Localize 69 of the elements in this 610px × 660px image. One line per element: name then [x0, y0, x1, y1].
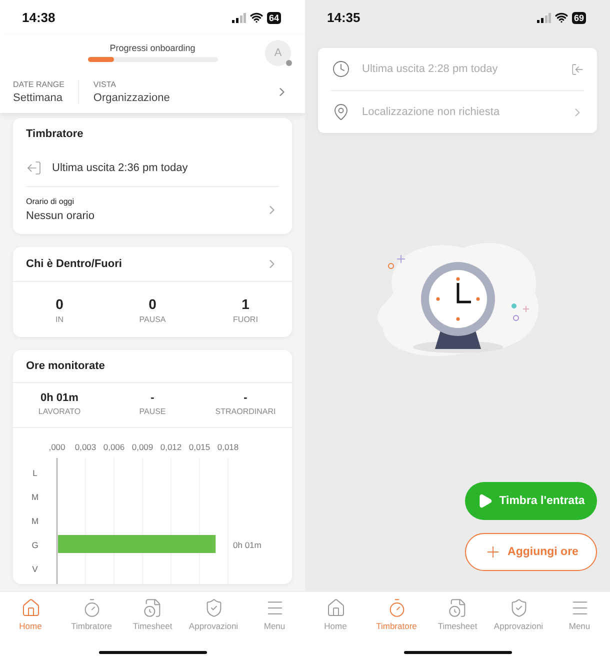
card-title: Timbratore [26, 128, 84, 140]
stat-value: 1 [242, 296, 250, 312]
exit-icon [26, 160, 42, 176]
progress-title: Progressi onboarding [110, 43, 196, 53]
tab-bar-item[interactable]: Home [306, 598, 364, 631]
tab-bar-item[interactable]: Timbratore [62, 598, 120, 631]
tab-bar-item[interactable]: Home [2, 598, 60, 631]
axis-category-label: L [32, 468, 38, 478]
axis-tick-label: 0,015 [188, 442, 210, 452]
axis-tick-label: 0,009 [132, 442, 154, 452]
tab-bar-item[interactable]: Approvazioni [490, 598, 548, 631]
exit-icon [571, 62, 584, 76]
stat-value: - [244, 392, 248, 404]
play-icon [477, 493, 494, 509]
location-text: Localizzazione non richiesta [362, 106, 500, 118]
status-time: 14:35 [327, 10, 360, 25]
axis-category-label: G [32, 540, 38, 550]
tab-bar-item[interactable]: Timesheet [428, 598, 486, 631]
stat-label: PAUSE [139, 407, 166, 416]
axis-tick-label: 0,018 [217, 442, 239, 452]
axis-category-label: M [31, 516, 39, 526]
stat-label: IN [56, 315, 64, 324]
clock-icon [332, 60, 350, 78]
tab-bar-item[interactable]: Approvazioni [184, 598, 242, 631]
stat-label: PAUSA [139, 315, 166, 324]
last-exit-text: Ultima uscita 2:28 pm today [362, 63, 498, 75]
axis-tick-label: 0,006 [103, 442, 125, 452]
card-title: Ore monitorate [26, 360, 105, 372]
signal-icon [536, 12, 551, 22]
axis-category-label: M [31, 492, 39, 502]
stat-value: 0 [148, 296, 156, 312]
add-hours-button[interactable]: Aggiungi ore [465, 533, 597, 571]
battery-icon: 64 [266, 12, 281, 24]
schedule-value: Nessun orario [26, 210, 94, 222]
card-title: Chi è Dentro/Fuori [26, 258, 122, 270]
date-range-label: DATE RANGE [13, 80, 64, 88]
stat-value: - [150, 392, 154, 404]
stat-label: LAVORATO [38, 407, 81, 416]
battery-icon: 69 [572, 12, 586, 24]
status-dot [286, 60, 292, 66]
view-value[interactable]: Organizzazione [93, 92, 261, 104]
avatar[interactable]: A [265, 40, 291, 66]
bar-value-label: 0h 01m [233, 540, 262, 550]
clock-in-button[interactable]: Timbra l'entrata [465, 482, 597, 520]
document-clock-icon [448, 598, 468, 618]
wifi-icon [250, 11, 263, 24]
location-pin-icon [332, 103, 350, 121]
date-range-value[interactable]: Settimana [13, 92, 64, 104]
axis-category-label: V [32, 564, 38, 574]
tab-bar-item[interactable]: Timbratore [368, 598, 426, 631]
document-clock-icon [142, 598, 162, 618]
home-icon [20, 598, 40, 618]
signal-icon [232, 12, 246, 22]
stat-value: 0h 01m [40, 392, 78, 404]
last-exit-text: Ultima uscita 2:36 pm today [52, 162, 188, 174]
stat-label: STRAORDINARI [215, 407, 276, 416]
axis-tick-label: ,000 [48, 442, 66, 452]
view-label: VISTA [93, 80, 117, 88]
axis-tick-label: 0,003 [74, 442, 96, 452]
tab-bar-item[interactable]: Menu [246, 598, 304, 631]
tab-bar-item[interactable]: Menu [550, 598, 608, 631]
schedule-label: Orario di oggi [26, 197, 76, 206]
stat-label: FUORI [233, 315, 258, 324]
axis-tick-label: 0,012 [160, 442, 182, 452]
tab-bar-item[interactable]: Timesheet [124, 598, 182, 631]
status-time: 14:38 [22, 10, 56, 25]
wifi-icon [554, 11, 568, 24]
home-icon [326, 598, 346, 618]
stat-value: 0 [56, 296, 64, 312]
